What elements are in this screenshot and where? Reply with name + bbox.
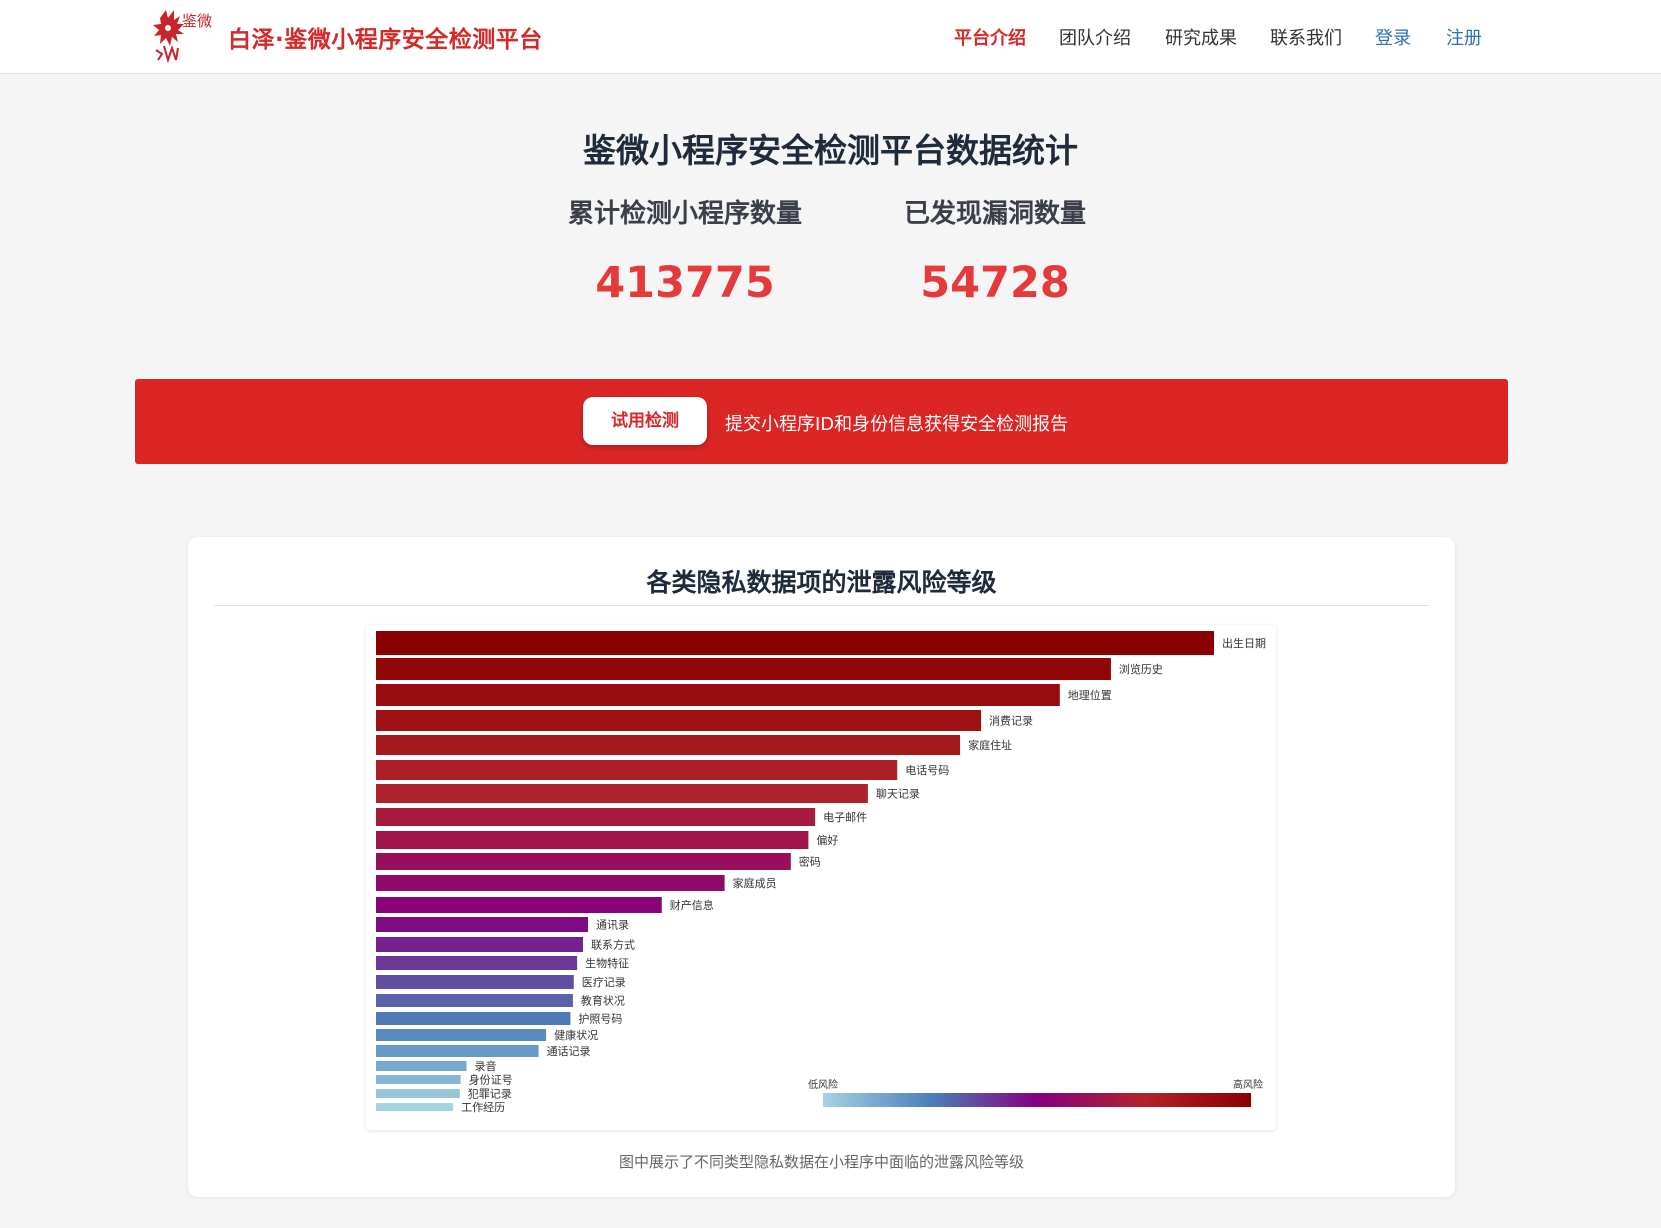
top-header: 鉴微 白泽·鉴微小程序安全检测平台 平台介绍 团队介绍 研究成果 联系我们 登录… xyxy=(0,0,1661,74)
bar-label-通话记录: 通话记录 xyxy=(547,1045,591,1058)
bar-密码[interactable] xyxy=(376,853,791,870)
bar-label-财产信息: 财产信息 xyxy=(670,898,714,912)
detected-count-value: 413775 xyxy=(595,258,775,308)
bar-偏好[interactable] xyxy=(376,831,809,849)
bar-通话记录[interactable] xyxy=(376,1045,539,1057)
bar-电子邮件[interactable] xyxy=(376,808,816,826)
chart-container: 出生日期浏览历史 地理位置消费记录家庭住址电话号码聊天记录 电子邮件偏好密码家庭成员… xyxy=(366,625,1276,1130)
bar-健康状况[interactable] xyxy=(376,1029,547,1041)
register-link[interactable]: 注册 xyxy=(1446,24,1482,50)
bar-医疗记录[interactable] xyxy=(376,975,574,989)
trial-banner: 试用检测 提交小程序ID和身份信息获得安全检测报告 xyxy=(135,379,1508,464)
bar-护照号码[interactable] xyxy=(376,1012,571,1025)
bar-label-地理位置: 地理位置 xyxy=(1068,688,1112,702)
legend-high-label: 高风险 xyxy=(1233,1078,1263,1091)
nav-platform-intro[interactable]: 平台介绍 xyxy=(954,24,1026,50)
bar-label-生物特征: 生物特征 xyxy=(585,956,629,970)
bar-label-密码: 密码 xyxy=(799,855,821,869)
bar-label-电子邮件: 电子邮件 xyxy=(823,811,867,824)
chart-caption: 图中展示了不同类型隐私数据在小程序中面临的泄露风险等级 xyxy=(618,1153,1024,1171)
bar-label-偏好: 偏好 xyxy=(816,833,838,847)
card-divider xyxy=(214,605,1429,606)
bar-录音[interactable] xyxy=(376,1061,467,1071)
bar-label-通讯录: 通讯录 xyxy=(596,919,629,932)
risk-chart-card: 各类隐私数据项的泄露风险等级 出生日期浏览历史 地理位置消费记录家庭住址电话号码聊… xyxy=(188,537,1455,1197)
bar-生物特征[interactable] xyxy=(376,956,578,970)
bar-身份证号[interactable] xyxy=(376,1075,461,1084)
bar-教育状况[interactable] xyxy=(376,994,573,1007)
bar-label-教育状况: 教育状况 xyxy=(581,994,625,1008)
nav-contact[interactable]: 联系我们 xyxy=(1270,24,1342,50)
chart-card-title: 各类隐私数据项的泄露风险等级 xyxy=(646,568,997,597)
logo-icon[interactable]: 鉴微 xyxy=(150,4,212,66)
bar-label-医疗记录: 医疗记录 xyxy=(582,975,626,989)
bar-家庭住址[interactable] xyxy=(376,735,961,755)
detected-count-label: 累计检测小程序数量 xyxy=(567,199,802,229)
vuln-count-label: 已发现漏洞数量 xyxy=(903,199,1086,229)
trial-detect-button[interactable]: 试用检测 xyxy=(583,397,707,445)
bar-label-护照号码: 护照号码 xyxy=(578,1012,622,1026)
risk-bar-chart: 出生日期浏览历史地理位置消费记录家庭住址电话号码聊天记录电子邮件偏好密码家庭成员… xyxy=(376,631,1266,1114)
bar-浏览历史[interactable] xyxy=(376,658,1111,680)
bar-label-工作经历: 工作经历 xyxy=(461,1101,505,1114)
bar-label-家庭住址: 家庭住址 xyxy=(968,738,1012,752)
bar-label-犯罪记录: 犯罪记录 xyxy=(468,1088,512,1101)
legend-low-label: 低风险 xyxy=(808,1078,838,1091)
logo-text: 鉴微 xyxy=(182,12,212,30)
bar-label-浏览历史: 浏览历史 xyxy=(1119,662,1163,676)
bar-label-联系方式: 联系方式 xyxy=(591,938,635,952)
bar-label-聊天记录: 聊天记录 xyxy=(876,787,920,801)
bar-犯罪记录[interactable] xyxy=(376,1089,460,1098)
site-title[interactable]: 白泽·鉴微小程序安全检测平台 xyxy=(228,20,543,54)
stats-title: 鉴微小程序安全检测平台数据统计 xyxy=(583,131,1078,170)
bar-家庭成员[interactable] xyxy=(376,875,725,891)
bar-label-消费记录: 消费记录 xyxy=(989,714,1033,728)
bar-label-录音: 录音 xyxy=(475,1059,497,1073)
banner-description: 提交小程序ID和身份信息获得安全检测报告 xyxy=(725,414,1069,435)
bar-电话号码[interactable] xyxy=(376,760,898,780)
bar-出生日期[interactable] xyxy=(376,631,1214,655)
bar-label-出生日期: 出生日期 xyxy=(1222,636,1266,650)
bar-工作经历[interactable] xyxy=(376,1103,454,1111)
login-link[interactable]: 登录 xyxy=(1375,24,1411,50)
bar-label-家庭成员: 家庭成员 xyxy=(733,876,777,890)
bar-消费记录[interactable] xyxy=(376,710,982,731)
bar-联系方式[interactable] xyxy=(376,937,583,952)
bar-财产信息[interactable] xyxy=(376,897,662,913)
bar-label-健康状况: 健康状况 xyxy=(554,1028,598,1042)
nav-research[interactable]: 研究成果 xyxy=(1165,24,1237,50)
bar-label-身份证号: 身份证号 xyxy=(469,1073,513,1087)
vuln-count-value: 54728 xyxy=(920,258,1070,308)
legend-gradient xyxy=(823,1093,1251,1107)
bar-通讯录[interactable] xyxy=(376,917,589,932)
nav-team-intro[interactable]: 团队介绍 xyxy=(1059,24,1131,50)
bar-聊天记录[interactable] xyxy=(376,784,868,803)
bar-地理位置[interactable] xyxy=(376,684,1060,706)
bar-label-电话号码: 电话号码 xyxy=(905,764,949,777)
